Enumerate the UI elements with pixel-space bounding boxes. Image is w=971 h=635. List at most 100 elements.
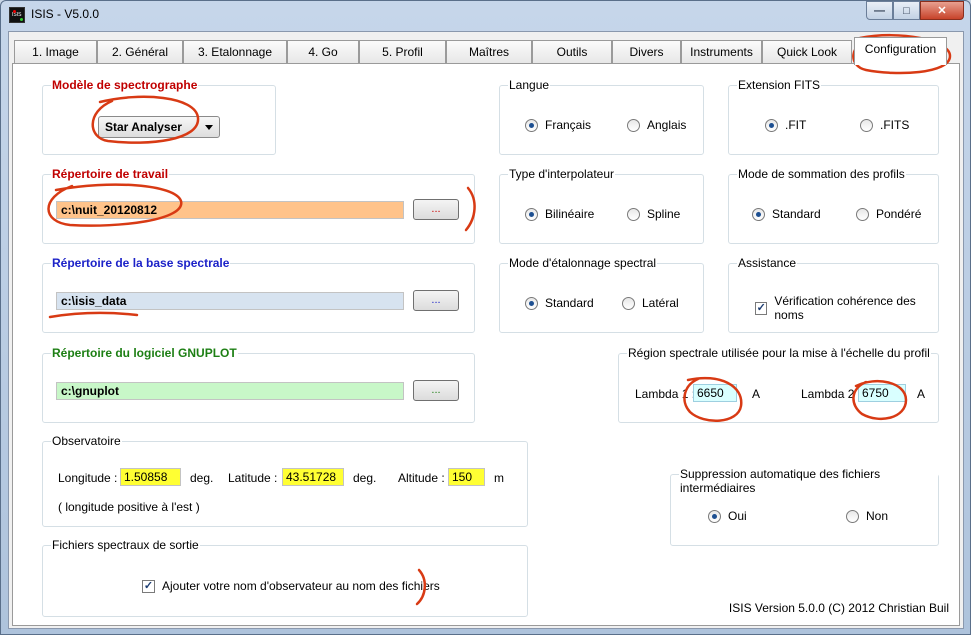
spectral-base-browse-button[interactable]: ... <box>413 290 459 311</box>
close-icon[interactable]: ✕ <box>920 1 964 20</box>
minimize-icon[interactable]: — <box>866 1 893 20</box>
output-files-title: Fichiers spectraux de sortie <box>51 538 200 552</box>
longitude-unit: deg. <box>190 471 214 485</box>
gnuplot-field[interactable]: c:\gnuplot <box>56 382 404 400</box>
radio-sum-standard-label: Standard <box>772 207 821 221</box>
assistance-title: Assistance <box>737 256 798 270</box>
longitude-field[interactable]: 1.50858 <box>120 468 181 486</box>
spectral-base-field[interactable]: c:\isis_data <box>56 292 404 310</box>
spectrograph-title: Modèle de spectrographe <box>51 78 199 92</box>
radio-bilineaire[interactable]: Bilinéaire <box>525 207 594 221</box>
latitude-field[interactable]: 43.51728 <box>282 468 344 486</box>
work-dir-browse-button[interactable]: ... <box>413 199 459 220</box>
tab-quick-look[interactable]: Quick Look <box>762 40 852 64</box>
radio-cal-lateral-label: Latéral <box>642 296 679 310</box>
interpolator-title: Type d'interpolateur <box>508 167 616 181</box>
lambda2-unit: A <box>917 387 926 401</box>
observatory-title: Observatoire <box>51 434 122 448</box>
tab-divers[interactable]: Divers <box>612 40 681 64</box>
observer-name-checkbox[interactable]: ✓ Ajouter votre nom d'observateur au nom… <box>142 579 440 593</box>
radio-oui-label: Oui <box>728 509 747 523</box>
radio-non[interactable]: Non <box>846 509 888 523</box>
work-dir-field[interactable]: c:\nuit_20120812 <box>56 201 404 219</box>
profile-sum-group: Mode de sommation des profils Standard P… <box>728 167 939 244</box>
lambda2-label: Lambda 2 : <box>801 387 862 401</box>
window-title: ISIS - V5.0.0 <box>31 7 100 21</box>
configuration-page: Modèle de spectrographe Star Analyser Ré… <box>12 63 960 626</box>
name-check-checkbox[interactable]: ✓ Vérification cohérence des noms <box>755 294 938 322</box>
radio-off-icon <box>627 207 640 221</box>
radio-fits[interactable]: .FITS <box>860 118 909 132</box>
radio-oui[interactable]: Oui <box>708 509 747 523</box>
interpolator-group: Type d'interpolateur Bilinéaire Spline <box>499 167 704 244</box>
gnuplot-title: Répertoire du logiciel GNUPLOT <box>51 346 238 360</box>
spectral-region-title: Région spectrale utilisée pour la mise à… <box>627 346 931 360</box>
altitude-label: Altitude : <box>398 471 445 485</box>
longitude-label: Longitude : <box>58 471 118 485</box>
radio-spline-label: Spline <box>647 207 681 221</box>
fits-extension-group: Extension FITS .FIT .FITS <box>728 78 939 155</box>
radio-fit[interactable]: .FIT <box>765 118 806 132</box>
tab-strip: 1. Image 2. Général 3. Etalonnage 4. Go … <box>12 36 962 65</box>
radio-francais[interactable]: Français <box>525 118 591 132</box>
radio-anglais-label: Anglais <box>647 118 687 132</box>
calibration-mode-group: Mode d'étalonnage spectral Standard Laté… <box>499 256 704 333</box>
work-dir-group: Répertoire de travail c:\nuit_20120812 .… <box>42 167 475 244</box>
radio-on-icon <box>765 118 778 132</box>
radio-on-icon <box>752 207 765 221</box>
tab-image[interactable]: 1. Image <box>14 40 97 64</box>
auto-delete-group: Suppression automatique des fichiers int… <box>670 467 939 546</box>
radio-bilineaire-label: Bilinéaire <box>545 207 595 221</box>
isis-app-icon: ISIS <box>9 7 25 23</box>
language-title: Langue <box>508 78 551 92</box>
tab-maitres[interactable]: Maîtres <box>446 40 532 64</box>
auto-delete-title: Suppression automatique des fichiers int… <box>679 467 938 495</box>
lambda2-field[interactable]: 6750 <box>858 384 906 402</box>
checkbox-check-icon: ✓ <box>142 579 155 593</box>
app-window: ISIS ISIS - V5.0.0 — □ ✕ 1. Image 2. Gén… <box>0 0 971 635</box>
radio-cal-lateral[interactable]: Latéral <box>622 296 679 310</box>
tab-etalonnage[interactable]: 3. Etalonnage <box>183 40 287 64</box>
title-bar[interactable]: ISIS ISIS - V5.0.0 — □ ✕ <box>1 1 970 29</box>
calibration-mode-title: Mode d'étalonnage spectral <box>508 256 658 270</box>
tab-go[interactable]: 4. Go <box>287 40 359 64</box>
spectrograph-select[interactable]: Star Analyser <box>98 116 220 138</box>
radio-anglais[interactable]: Anglais <box>627 118 686 132</box>
maximize-icon[interactable]: □ <box>893 1 920 20</box>
client-area: 1. Image 2. Général 3. Etalonnage 4. Go … <box>8 31 964 629</box>
assistance-group: Assistance ✓ Vérification cohérence des … <box>728 256 939 333</box>
lambda1-field[interactable]: 6650 <box>693 384 737 402</box>
radio-cal-standard-label: Standard <box>545 296 594 310</box>
fits-extension-title: Extension FITS <box>737 78 822 92</box>
tab-configuration[interactable]: Configuration <box>854 37 947 65</box>
name-check-label: Vérification cohérence des noms <box>774 294 916 322</box>
tab-profil[interactable]: 5. Profil <box>359 40 446 64</box>
radio-sum-pondere-label: Pondéré <box>876 207 922 221</box>
radio-on-icon <box>525 207 538 221</box>
version-footer: ISIS Version 5.0.0 (C) 2012 Christian Bu… <box>728 601 949 615</box>
radio-off-icon <box>860 118 873 132</box>
radio-sum-standard[interactable]: Standard <box>752 207 821 221</box>
gnuplot-group: Répertoire du logiciel GNUPLOT c:\gnuplo… <box>42 346 475 423</box>
radio-cal-standard[interactable]: Standard <box>525 296 594 310</box>
observer-name-label: Ajouter votre nom d'observateur au nom d… <box>162 579 440 593</box>
longitude-note: ( longitude positive à l'est ) <box>58 500 200 514</box>
lambda1-unit: A <box>752 387 761 401</box>
spectral-base-title: Répertoire de la base spectrale <box>51 256 231 270</box>
gnuplot-browse-button[interactable]: ... <box>413 380 459 401</box>
lambda1-label: Lambda 1 : <box>635 387 696 401</box>
radio-francais-label: Français <box>545 118 592 132</box>
radio-on-icon <box>708 509 721 523</box>
profile-sum-title: Mode de sommation des profils <box>737 167 906 181</box>
spectral-region-group: Région spectrale utilisée pour la mise à… <box>618 346 939 423</box>
radio-spline[interactable]: Spline <box>627 207 680 221</box>
latitude-label: Latitude : <box>228 471 278 485</box>
altitude-field[interactable]: 150 <box>448 468 485 486</box>
tab-instruments[interactable]: Instruments <box>681 40 762 64</box>
tab-general[interactable]: 2. Général <box>97 40 183 64</box>
radio-sum-pondere[interactable]: Pondéré <box>856 207 921 221</box>
radio-off-icon <box>627 118 640 132</box>
radio-off-icon <box>846 509 859 523</box>
tab-outils[interactable]: Outils <box>532 40 612 64</box>
checkbox-check-icon: ✓ <box>755 301 768 315</box>
